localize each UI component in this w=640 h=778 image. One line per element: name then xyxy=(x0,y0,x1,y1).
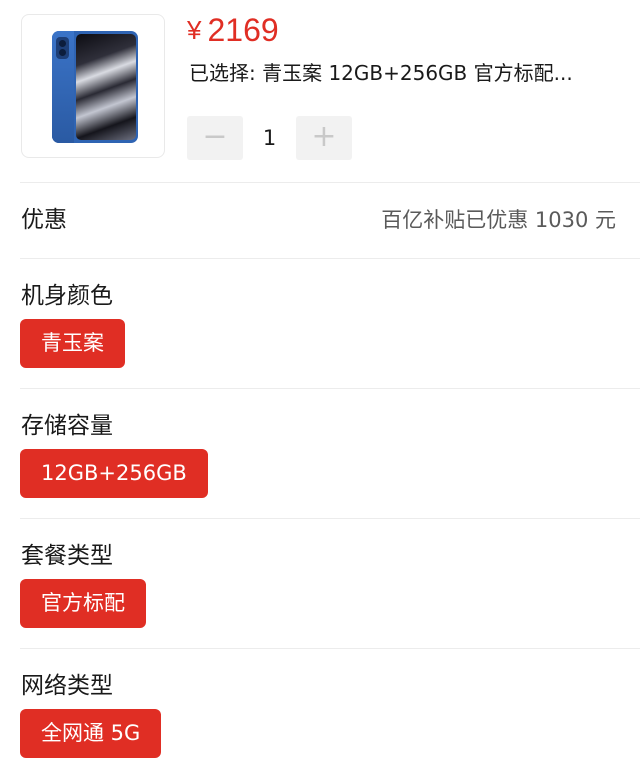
option-title: 存储容量 xyxy=(21,413,113,439)
option-section-storage: 存储容量 12GB+256GB xyxy=(0,409,640,509)
option-section-color: 机身颜色 青玉案 xyxy=(0,279,640,379)
option-chip-selected[interactable]: 12GB+256GB xyxy=(20,449,208,498)
divider xyxy=(20,518,640,519)
option-title: 机身颜色 xyxy=(21,283,113,309)
option-section-network: 网络类型 全网通 5G xyxy=(0,669,640,769)
quantity-decrease-button[interactable]: − xyxy=(187,116,243,160)
phone-illustration xyxy=(52,31,138,143)
divider xyxy=(20,388,640,389)
option-title: 网络类型 xyxy=(21,673,113,699)
currency-symbol: ¥ xyxy=(187,15,202,45)
phone-back-panel xyxy=(52,31,74,143)
product-image[interactable] xyxy=(21,14,165,158)
option-chip-selected[interactable]: 全网通 5G xyxy=(20,709,162,758)
divider xyxy=(20,258,640,259)
phone-screen xyxy=(76,34,136,140)
divider xyxy=(20,182,640,183)
divider xyxy=(20,648,640,649)
selected-spec-summary: 已选择: 青玉案 12GB+256GB 官方标配... xyxy=(189,61,573,85)
option-chip-selected[interactable]: 青玉案 xyxy=(20,319,125,368)
price-amount: 2169 xyxy=(207,12,279,48)
discount-label: 优惠 xyxy=(21,207,67,233)
product-header: ¥2169 已选择: 青玉案 12GB+256GB 官方标配... − 1 + xyxy=(0,0,640,182)
option-title: 套餐类型 xyxy=(21,543,113,569)
quantity-value[interactable]: 1 xyxy=(243,116,296,160)
camera-icon xyxy=(56,37,69,59)
quantity-increase-button[interactable]: + xyxy=(296,116,352,160)
option-section-package: 套餐类型 官方标配 xyxy=(0,539,640,639)
discount-value: 百亿补贴已优惠 1030 元 xyxy=(381,208,616,232)
option-chip-selected[interactable]: 官方标配 xyxy=(20,579,146,628)
product-price: ¥2169 xyxy=(187,10,279,50)
